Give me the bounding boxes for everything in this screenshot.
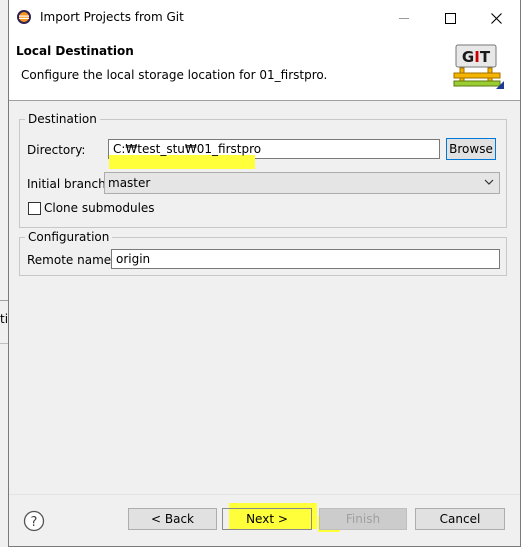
initial-branch-label: Initial branch: <box>27 177 110 191</box>
back-button[interactable]: < Back <box>128 508 217 530</box>
clone-submodules-label: Clone submodules <box>44 201 155 215</box>
eclipse-app-icon <box>17 10 31 24</box>
close-icon <box>490 12 502 24</box>
help-glyph: ? <box>31 515 38 530</box>
minimize-icon <box>399 17 409 19</box>
configuration-group-label: Configuration <box>25 230 113 244</box>
close-button[interactable] <box>473 0 519 36</box>
remote-name-value: origin <box>116 252 151 266</box>
clone-submodules-checkbox[interactable] <box>28 202 41 215</box>
cancel-button[interactable]: Cancel <box>415 508 505 530</box>
maximize-button[interactable] <box>427 0 473 36</box>
minimize-button[interactable] <box>381 0 427 36</box>
page-title: Local Destination <box>16 44 134 58</box>
svg-text:GIT: GIT <box>462 48 491 66</box>
footer-divider <box>9 494 520 495</box>
help-icon[interactable]: ? <box>23 510 45 532</box>
window-title: Import Projects from Git <box>40 10 184 24</box>
remote-name-input[interactable]: origin <box>111 249 500 269</box>
maximize-icon <box>444 12 456 24</box>
title-bar: Import Projects from Git <box>9 0 520 36</box>
initial-branch-select[interactable]: master <box>104 172 500 194</box>
import-dialog: Import Projects from Git Local Destinati… <box>8 0 521 547</box>
initial-branch-value: master <box>108 176 151 190</box>
wizard-header: Local Destination Configure the local st… <box>9 36 520 101</box>
chevron-down-icon <box>484 179 494 185</box>
directory-value-text: C:₩test_stu₩01_firstpro <box>113 142 262 156</box>
background-text-fragment: ti <box>0 312 9 326</box>
directory-input-overlay: C:₩test_stu₩01_firstpro <box>109 140 439 158</box>
browse-button[interactable]: Browse <box>446 138 496 160</box>
page-description: Configure the local storage location for… <box>21 68 328 82</box>
next-button[interactable]: Next > <box>222 508 312 530</box>
directory-label: Directory: <box>27 143 86 157</box>
destination-group-label: Destination <box>25 112 100 126</box>
remote-name-label: Remote name: <box>27 253 116 267</box>
finish-button: Finish <box>319 508 407 530</box>
git-logo-icon: GIT <box>453 44 504 89</box>
